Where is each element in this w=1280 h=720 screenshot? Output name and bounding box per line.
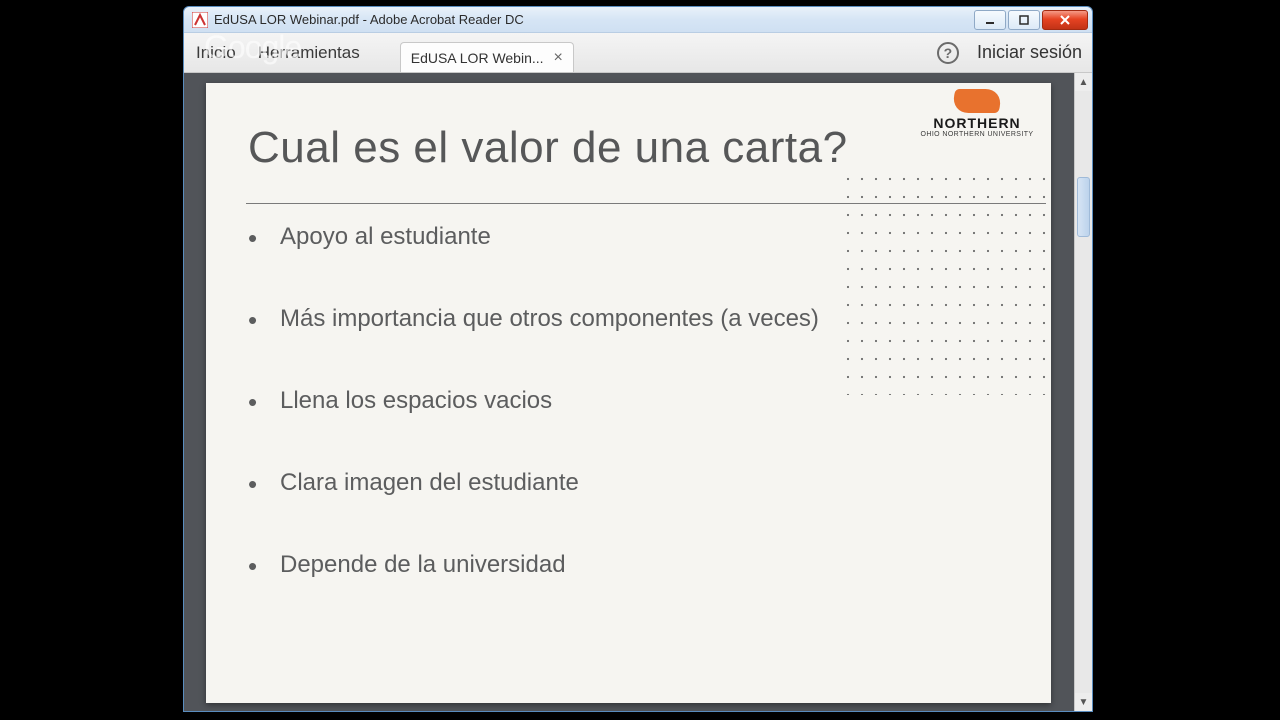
maximize-button[interactable]: [1008, 10, 1040, 30]
university-logo: NORTHERN OHIO NORTHERN UNIVERSITY: [917, 89, 1037, 138]
help-icon[interactable]: ?: [937, 42, 959, 64]
list-item: Clara imagen del estudiante: [248, 469, 1008, 497]
tab-inicio[interactable]: Inicio: [196, 43, 236, 63]
app-window: EdUSA LOR Webinar.pdf - Adobe Acrobat Re…: [183, 6, 1093, 712]
window-title: EdUSA LOR Webinar.pdf - Adobe Acrobat Re…: [214, 12, 524, 27]
close-button[interactable]: [1042, 10, 1088, 30]
pdf-page: NORTHERN OHIO NORTHERN UNIVERSITY Cual e…: [206, 83, 1051, 703]
minimize-button[interactable]: [974, 10, 1006, 30]
signin-link[interactable]: Iniciar sesión: [977, 42, 1082, 63]
document-tab-label: EdUSA LOR Webin...: [411, 50, 544, 66]
logo-name: NORTHERN: [917, 115, 1037, 131]
titlebar: EdUSA LOR Webinar.pdf - Adobe Acrobat Re…: [184, 7, 1092, 33]
list-item: Llena los espacios vacios: [248, 387, 1008, 415]
list-item: Más importancia que otros componentes (a…: [248, 305, 1008, 333]
logo-swish-icon: [950, 89, 1003, 113]
acrobat-icon: [192, 12, 208, 28]
close-tab-icon[interactable]: ×: [554, 50, 563, 66]
vertical-scrollbar[interactable]: ▲ ▼: [1074, 73, 1092, 711]
document-tab[interactable]: EdUSA LOR Webin... ×: [400, 42, 574, 72]
scroll-track[interactable]: [1075, 91, 1092, 693]
page-viewport[interactable]: NORTHERN OHIO NORTHERN UNIVERSITY Cual e…: [184, 73, 1074, 711]
list-item: Depende de la universidad: [248, 551, 1008, 579]
toolbar: Inicio Herramientas EdUSA LOR Webin... ×…: [184, 33, 1092, 73]
bullet-list: Apoyo al estudiante Más importancia que …: [248, 223, 1008, 633]
scroll-up-icon[interactable]: ▲: [1075, 73, 1092, 91]
scroll-down-icon[interactable]: ▼: [1075, 693, 1092, 711]
logo-subtitle: OHIO NORTHERN UNIVERSITY: [917, 131, 1037, 138]
slide-title: Cual es el valor de una carta?: [248, 123, 848, 173]
list-item: Apoyo al estudiante: [248, 223, 1008, 251]
content-area: NORTHERN OHIO NORTHERN UNIVERSITY Cual e…: [184, 73, 1092, 711]
tab-herramientas[interactable]: Herramientas: [258, 43, 360, 63]
scroll-thumb[interactable]: [1077, 177, 1090, 237]
title-underline: [246, 203, 1046, 204]
